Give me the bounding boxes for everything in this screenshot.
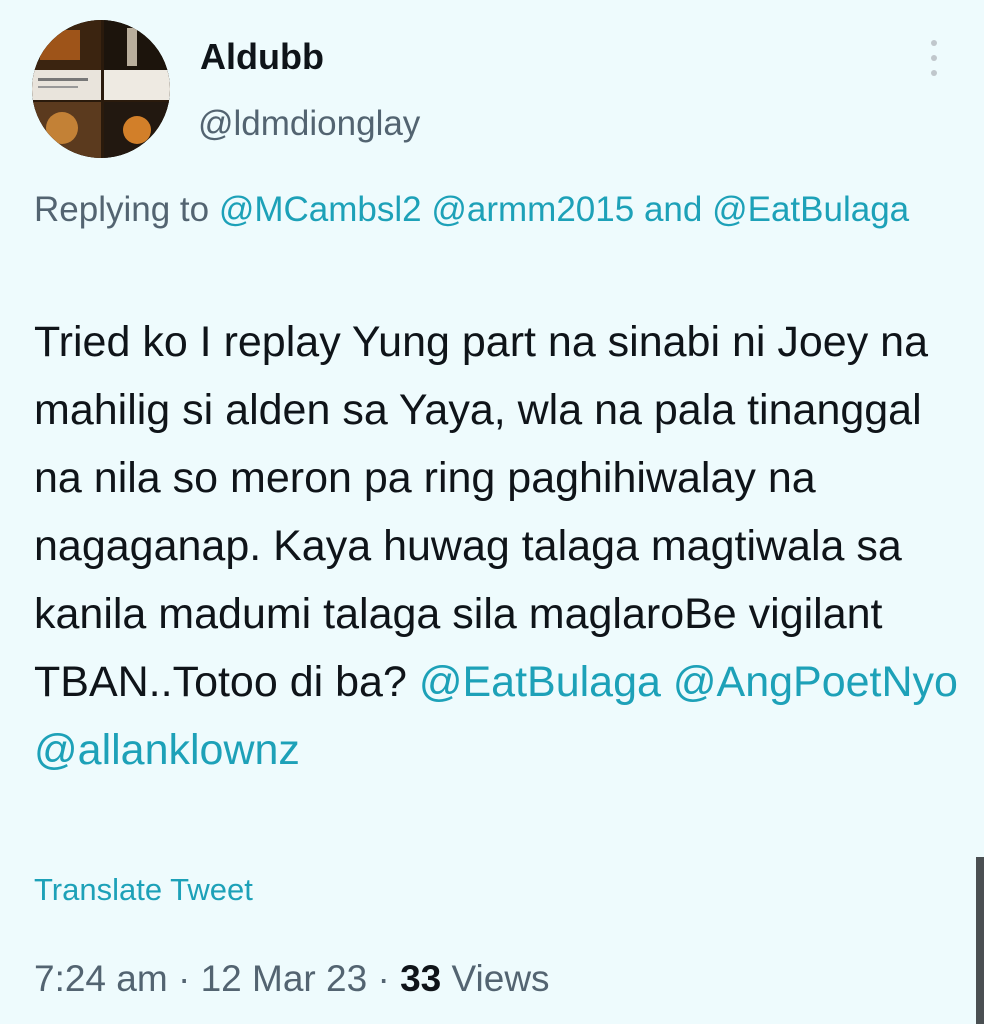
more-dot (931, 70, 937, 76)
replying-to: Replying to @MCambsl2 @armm2015 and @Eat… (34, 184, 954, 236)
meta-separator: · (377, 958, 390, 999)
tweet-meta: 7:24 am · 12 Mar 23 · 33 Views (34, 958, 550, 1000)
author-handle[interactable]: @ldmdionglay (198, 104, 420, 144)
views-count: 33 (400, 958, 442, 999)
replying-and: and (643, 190, 703, 229)
more-dot (931, 55, 937, 61)
replying-to-label: Replying to (34, 190, 210, 229)
author-display-name[interactable]: Aldubb (200, 36, 324, 78)
tweet-text: Tried ko I replay Yung part na sinabi ni… (34, 308, 964, 784)
mention-link[interactable]: @EatBulaga (419, 658, 661, 706)
mention-link[interactable]: @EatBulaga (712, 190, 909, 229)
mention-link[interactable]: @AngPoetNyo (673, 658, 958, 706)
mention-link[interactable]: @MCambsl2 (219, 190, 422, 229)
mention-link[interactable]: @allanklownz (34, 726, 300, 774)
mention-link[interactable]: @armm2015 (431, 190, 634, 229)
more-dot (931, 40, 937, 46)
avatar[interactable] (32, 20, 170, 158)
more-options-icon[interactable] (922, 40, 946, 76)
meta-separator: · (177, 958, 191, 999)
tweet-body: Tried ko I replay Yung part na sinabi ni… (34, 318, 928, 706)
scrollbar[interactable] (976, 857, 984, 1024)
tweet-date[interactable]: 12 Mar 23 (201, 958, 368, 999)
views-label: Views (451, 958, 550, 999)
translate-tweet-link[interactable]: Translate Tweet (34, 872, 253, 908)
tweet-time[interactable]: 7:24 am (34, 958, 168, 999)
